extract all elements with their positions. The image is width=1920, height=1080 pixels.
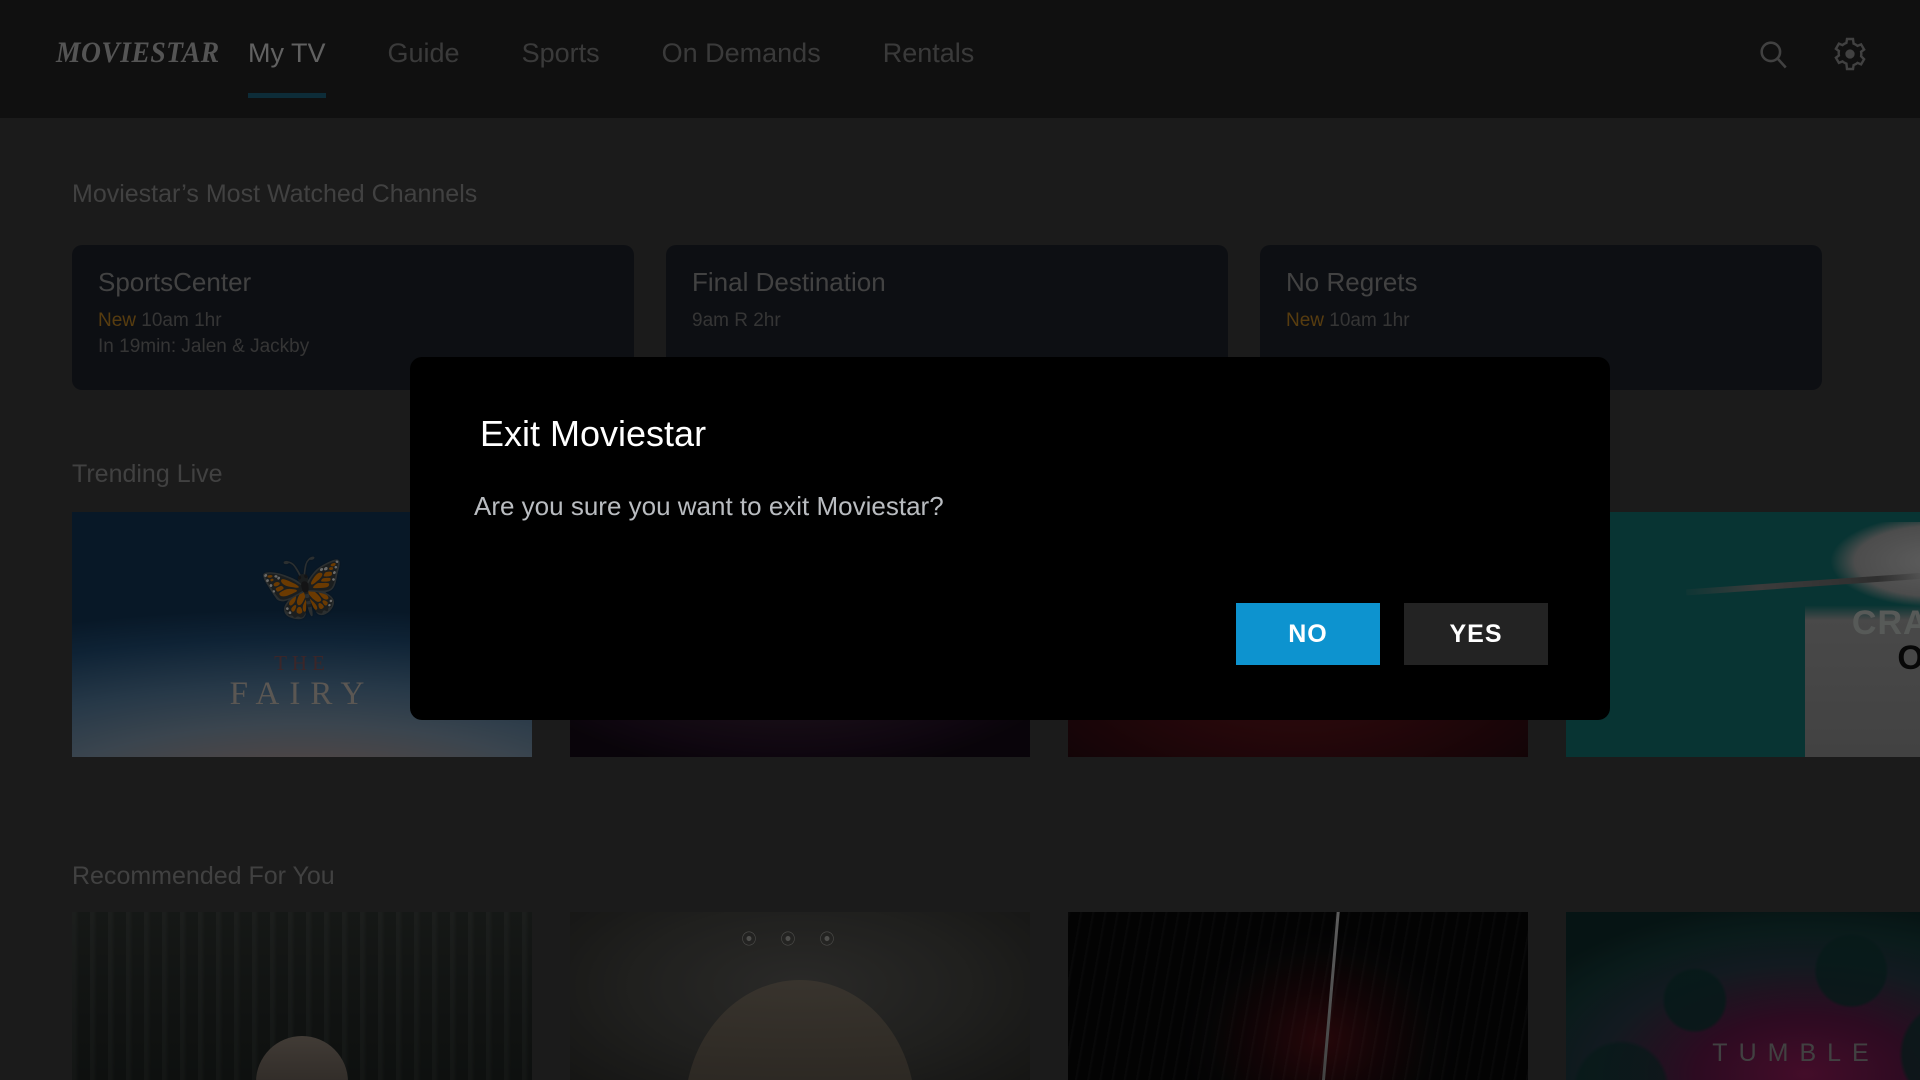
nav-item-guide[interactable]: Guide — [388, 0, 460, 118]
dialog-message: Are you sure you want to exit Moviestar? — [474, 491, 944, 521]
exit-confirmation-dialog: Exit Moviestar Are you sure you want to … — [410, 357, 1610, 720]
new-badge: New — [98, 310, 137, 331]
poster-card-my-crazy-one[interactable]: MY CRAZY ONE — [1566, 512, 1920, 757]
channel-name: Final Destination — [692, 267, 886, 297]
channel-upnext: In 19min: Jalen & Jackby — [98, 335, 310, 357]
nav-item-label: Rentals — [882, 38, 975, 68]
poster-title-line1: TUMBLE — [1712, 1039, 1880, 1068]
poster-title: TUMBLE DRY — [1566, 1039, 1920, 1080]
search-icon[interactable] — [1756, 37, 1790, 71]
poster-artwork: THE SOURCE — [1068, 912, 1528, 1080]
schedule-text: 9am R 2hr — [692, 310, 781, 331]
poster-title-line1: MY — [1566, 576, 1920, 607]
poster-card-tumble-dry[interactable]: TUMBLE DRY — [1566, 912, 1920, 1080]
section-title-most-watched: Moviestar’s Most Watched Channels — [72, 180, 478, 208]
festival-laurels-icon: ⦿⦿⦿ — [741, 931, 859, 948]
poster-card-the-comedian[interactable]: ⦿⦿⦿ THE COMEDIAN ACHIEVEMENT UNLOCKED — [570, 912, 1030, 1080]
no-button[interactable]: NO — [1236, 603, 1380, 665]
app-root: MOVIESTAR My TV Guide Sports On Demands … — [0, 0, 1920, 1080]
nav-item-rentals[interactable]: Rentals — [883, 0, 975, 118]
poster-title-line2: DRY — [1566, 1076, 1920, 1080]
nav-item-label: Sports — [521, 38, 600, 68]
yes-button[interactable]: YES — [1404, 603, 1548, 665]
channel-name: SportsCenter — [98, 267, 252, 297]
butterfly-icon: 🦋 — [258, 547, 346, 626]
brand-logo[interactable]: MOVIESTAR — [56, 36, 220, 70]
dialog-actions: NO YES — [1236, 603, 1548, 665]
section-title-recommended: Recommended For You — [72, 862, 335, 890]
gear-icon[interactable] — [1832, 36, 1868, 72]
nav-item-sports[interactable]: Sports — [522, 0, 600, 118]
nav-item-my-tv[interactable]: My TV — [248, 0, 326, 118]
dialog-title: Exit Moviestar — [480, 413, 707, 454]
poster-title-line3: ONE — [1897, 638, 1920, 677]
schedule-text: 10am 1hr — [1329, 310, 1410, 331]
nav-item-label: Guide — [387, 38, 460, 68]
channel-schedule: New 10am 1hr — [1286, 308, 1796, 334]
nav-item-label: My TV — [248, 38, 326, 68]
poster-card-the-source[interactable]: THE SOURCE — [1068, 912, 1528, 1080]
poster-title: MY CRAZY ONE — [1566, 576, 1920, 676]
nav-item-label: On Demands — [661, 38, 821, 68]
poster-rain-texture — [1068, 912, 1528, 1080]
section-title-trending-live: Trending Live — [72, 460, 223, 488]
nav-items: My TV Guide Sports On Demands Rentals — [248, 0, 1036, 118]
poster-artwork: MY CRAZY ONE — [1566, 512, 1920, 757]
nav-item-on-demands[interactable]: On Demands — [662, 0, 821, 118]
recommended-poster-row: JOURNEY ⦿⦿⦿ THE COMEDIAN ACHIEVEMENT UNL… — [72, 912, 1920, 1080]
poster-artwork: TUMBLE DRY — [1566, 912, 1920, 1080]
schedule-text: 10am 1hr — [141, 310, 222, 331]
nav-icon-group — [1756, 36, 1868, 72]
channel-schedule: 9am R 2hr — [692, 308, 1202, 334]
poster-title-line2: CRAZY — [1851, 604, 1920, 643]
channel-schedule: New 10am 1hr — [98, 308, 608, 334]
poster-person-figure — [685, 980, 915, 1080]
poster-artwork: JOURNEY — [72, 912, 532, 1080]
poster-card-journey[interactable]: JOURNEY — [72, 912, 532, 1080]
poster-artwork: ⦿⦿⦿ THE COMEDIAN ACHIEVEMENT UNLOCKED — [570, 912, 1030, 1080]
top-navigation-bar: MOVIESTAR My TV Guide Sports On Demands … — [0, 0, 1920, 118]
new-badge: New — [1286, 310, 1325, 331]
channel-name: No Regrets — [1286, 267, 1418, 297]
